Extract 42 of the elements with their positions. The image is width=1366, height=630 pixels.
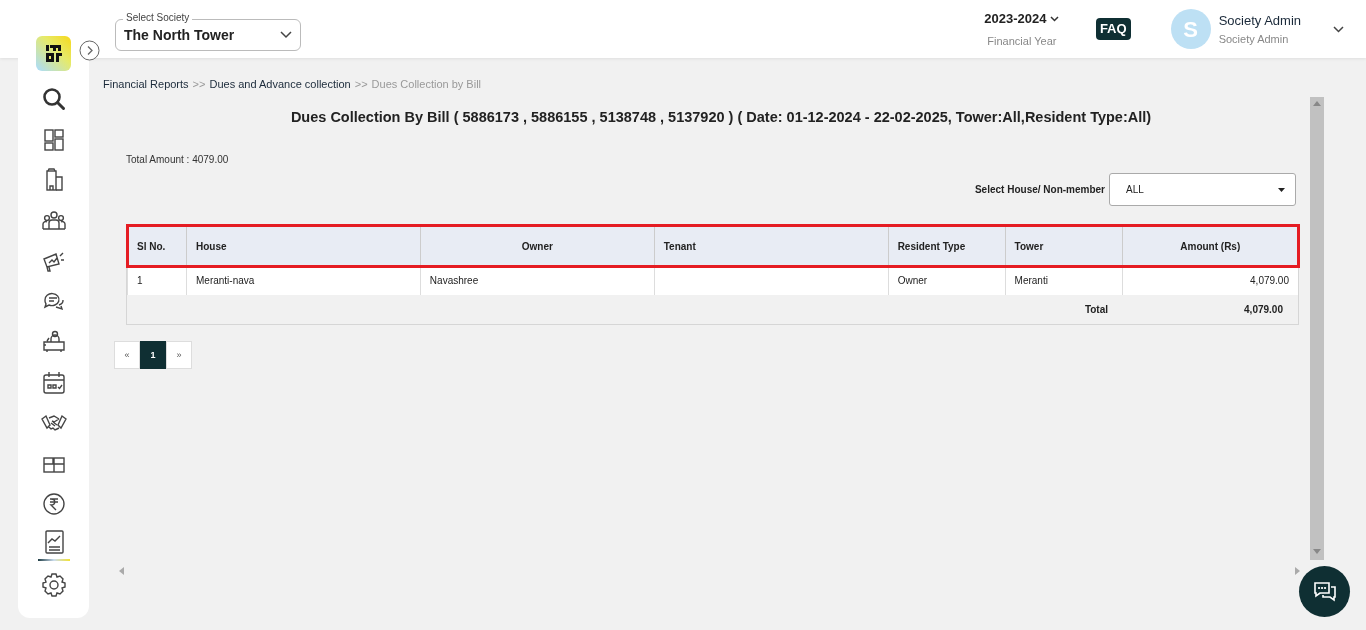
table-cell: Meranti-nava [186,266,421,296]
breadcrumb-link[interactable]: Dues and Advance collection [209,76,351,93]
column-header: Tower [1005,226,1123,267]
expand-sidebar-icon[interactable] [79,40,100,61]
breadcrumb-separator: >> [192,77,206,92]
report-title: Dues Collection By Bill ( 5886173 , 5886155 , 5138748 , 5137920 ) ( Date: 01-12-2024 - 22-02-2025, Tower:All,Resident Type:All) [289,107,1153,127]
faq-button[interactable]: FAQ [1095,18,1131,40]
total-amount: Total Amount : 4079.00 [126,153,230,168]
page-button[interactable]: » [166,341,192,370]
column-header: Owner [420,226,655,267]
chat-button[interactable] [1299,566,1350,617]
column-header: House [186,226,421,267]
column-header: Sl No. [127,226,187,267]
breadcrumb-link[interactable]: Financial Reports [103,76,189,93]
app-logo [36,36,71,71]
table-cell: 4,079.00 [1122,266,1298,296]
table-cell: Owner [888,266,1006,296]
user-name: Society Admin [1218,12,1301,30]
column-header: Resident Type [888,226,1006,267]
society-select-value: The North Tower [124,25,235,45]
table-cell: Meranti [1005,266,1123,296]
page-button[interactable]: 1 [140,341,166,370]
filter-label: Select House/ Non-member [974,183,1105,198]
column-header: Tenant [654,226,889,267]
financial-year-value[interactable]: 2023-2024 [984,9,1047,29]
chevron-down-icon[interactable] [1050,15,1060,22]
table-cell: Navashree [420,266,655,296]
user-avatar: S [1170,9,1211,49]
financial-year-caption: Financial Year [986,33,1058,49]
breadcrumb-separator: >> [354,77,368,92]
chevron-down-icon [280,31,292,39]
user-role: Society Admin [1218,31,1290,47]
settings-icon [39,571,68,600]
column-header: Amount (Rs) [1122,226,1298,267]
page-button[interactable]: « [114,341,140,370]
caret-down-icon [1278,187,1285,192]
chat-icon [1311,579,1338,604]
chevron-down-icon[interactable] [1333,25,1344,33]
society-select-label: Select Society [123,12,193,24]
breadcrumb-current: Dues Collection by Bill [371,77,481,92]
table-cell: 1 [127,266,187,296]
house-select[interactable]: ALL [1109,173,1296,207]
